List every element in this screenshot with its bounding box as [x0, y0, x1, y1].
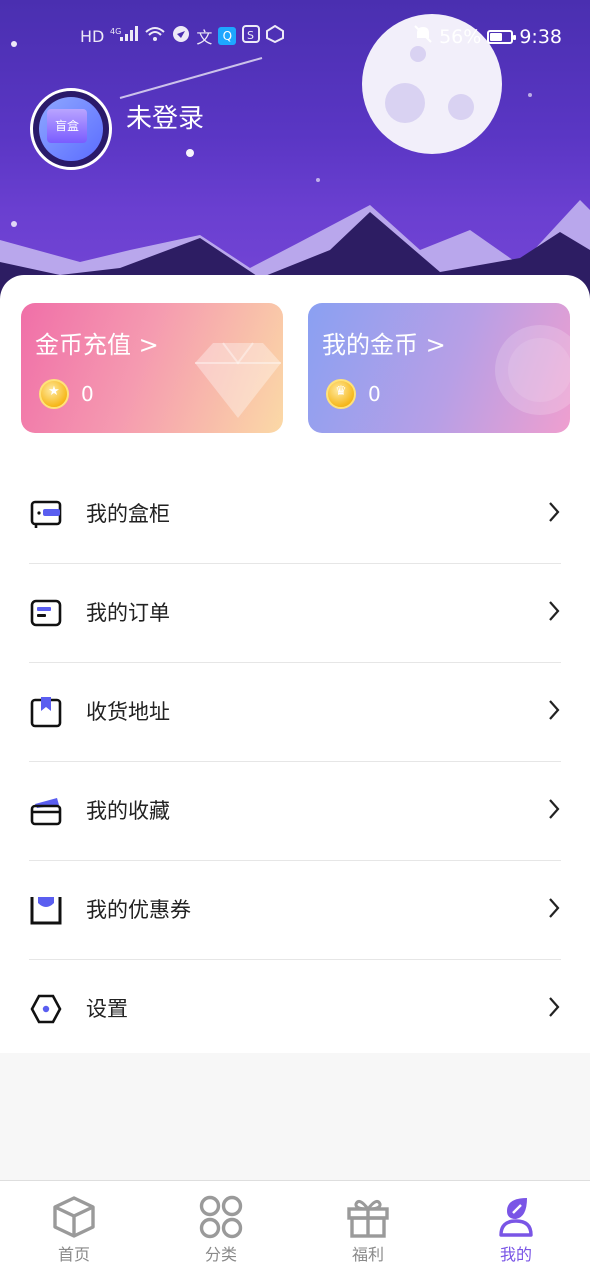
profile-menu: 我的盒柜 我的订单 收货地址 我的收藏 我的优惠券 设置	[0, 465, 590, 1058]
app-notification-icon	[172, 25, 190, 47]
profile-header: HD 4G 文 Q S 56% 9:38 盲盒 未登录	[0, 0, 590, 300]
status-bar: HD 4G 文 Q S 56% 9:38	[0, 22, 590, 52]
chevron-right-icon	[549, 700, 560, 720]
profile-icon	[499, 1198, 533, 1237]
battery-percent: 56%	[439, 25, 482, 48]
chevron-right-icon	[549, 799, 560, 819]
chevron-right-icon	[549, 997, 560, 1017]
hd-icon: HD	[80, 26, 105, 46]
coin-recharge-card[interactable]: 金币充值 > ★ 0	[21, 303, 283, 433]
blind-box-logo: 盲盒	[47, 109, 87, 143]
order-icon	[30, 599, 62, 627]
menu-label-orders: 我的订单	[86, 601, 170, 625]
svg-text:4G: 4G	[110, 27, 121, 36]
crown-coin-icon: ♛	[326, 379, 356, 409]
chevron-right-icon	[549, 502, 560, 522]
settings-icon	[30, 994, 62, 1024]
tab-profile[interactable]: 我的	[466, 1195, 566, 1265]
address-icon	[30, 697, 62, 728]
bottom-tab-bar: 首页 分类 福利 我的	[0, 1180, 590, 1279]
hand-app-icon	[266, 24, 285, 47]
clock: 9:38	[519, 25, 562, 48]
menu-item-orders[interactable]: 我的订单	[29, 564, 561, 663]
menu-item-coupons[interactable]: 我的优惠券	[29, 861, 561, 960]
tab-home-label: 首页	[57, 1245, 90, 1264]
gift-icon	[347, 1199, 389, 1238]
coupon-icon	[30, 897, 62, 925]
menu-label-box-cabinet: 我的盒柜	[86, 502, 170, 526]
tab-profile-label: 我的	[499, 1245, 532, 1264]
status-icons-right: 56% 9:38	[413, 24, 562, 49]
tab-home[interactable]: 首页	[24, 1195, 124, 1265]
box-cabinet-icon	[30, 500, 62, 528]
menu-label-settings: 设置	[86, 997, 128, 1021]
search-app-icon: Q	[218, 27, 237, 45]
menu-item-settings[interactable]: 设置	[29, 960, 561, 1058]
status-icons-left: HD 4G 文 Q S	[80, 24, 285, 48]
my-coins-title: 我的金币 >	[322, 331, 446, 359]
battery-icon	[487, 29, 517, 44]
crown-coin-decoration	[495, 325, 570, 415]
my-coins-amount: 0	[368, 382, 381, 406]
diamond-icon	[195, 342, 281, 418]
tab-category-label: 分类	[204, 1245, 237, 1264]
login-status[interactable]: 未登录	[126, 98, 204, 135]
tab-category[interactable]: 分类	[171, 1195, 271, 1265]
menu-item-box-cabinet[interactable]: 我的盒柜	[29, 465, 561, 564]
menu-label-favorites: 我的收藏	[86, 799, 170, 823]
category-icon	[199, 1195, 243, 1239]
my-coins-card[interactable]: 我的金币 > ♛ 0	[308, 303, 570, 433]
signal-icon: 4G	[110, 26, 139, 46]
favorites-icon	[30, 798, 62, 826]
bell-muted-icon	[413, 24, 433, 49]
menu-item-address[interactable]: 收货地址	[29, 663, 561, 762]
translate-icon: 文	[196, 28, 213, 47]
wifi-icon	[144, 26, 166, 46]
avatar[interactable]: 盲盒	[30, 88, 112, 170]
coin-icon: ★	[39, 379, 69, 409]
menu-item-favorites[interactable]: 我的收藏	[29, 762, 561, 861]
coin-recharge-title: 金币充值 >	[35, 331, 159, 359]
svg-text:S: S	[247, 29, 254, 42]
main-content: 金币充值 > ★ 0 我的金币 > ♛ 0 我的盒柜 我的订单 收货地址 我的收…	[0, 275, 590, 1053]
menu-label-address: 收货地址	[86, 700, 170, 724]
home-box-icon	[53, 1196, 95, 1238]
coin-recharge-amount: 0	[81, 382, 94, 406]
sync-app-icon: S	[242, 25, 261, 47]
menu-label-coupons: 我的优惠券	[86, 898, 191, 922]
tab-benefits[interactable]: 福利	[318, 1195, 418, 1265]
chevron-right-icon	[549, 601, 560, 621]
chevron-right-icon	[549, 898, 560, 918]
tab-benefits-label: 福利	[351, 1245, 384, 1264]
